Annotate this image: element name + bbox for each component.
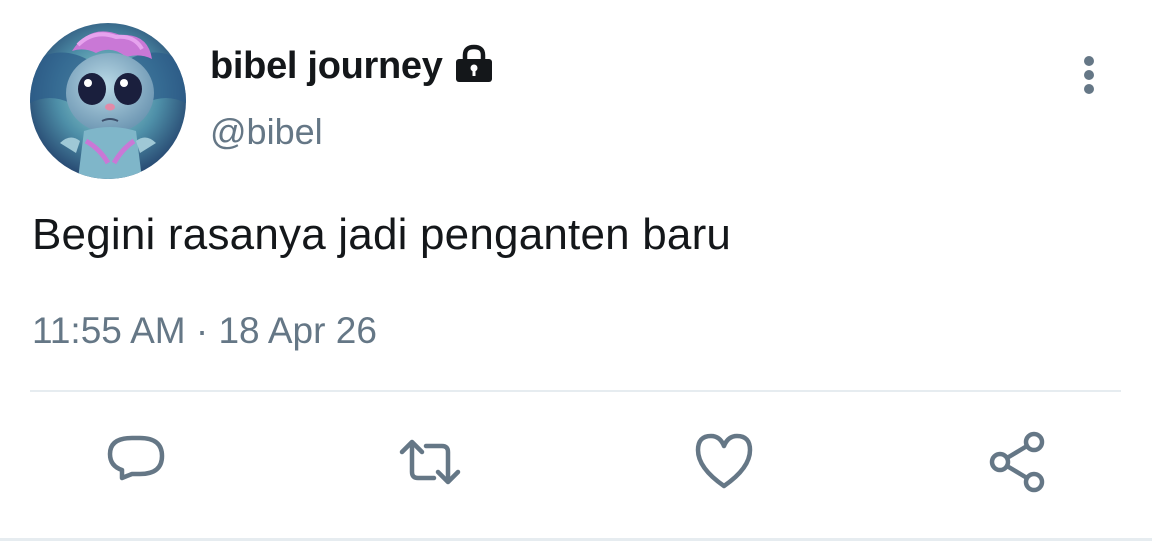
action-bar xyxy=(0,430,1152,500)
lock-icon xyxy=(453,44,495,84)
tweet-card: bibel journey @bibel Begini rasanya jadi… xyxy=(0,0,1152,541)
user-name-row: bibel journey xyxy=(210,40,495,92)
share-button[interactable] xyxy=(986,430,1050,494)
user-handle[interactable]: @bibel xyxy=(210,111,323,153)
divider xyxy=(30,390,1121,392)
tweet-time: 11:55 AM xyxy=(32,310,186,351)
heart-icon xyxy=(695,433,753,489)
more-vertical-icon[interactable] xyxy=(1072,52,1106,98)
retweet-icon xyxy=(399,439,461,485)
display-name[interactable]: bibel journey xyxy=(210,45,443,88)
share-icon xyxy=(989,431,1045,493)
reply-button[interactable] xyxy=(104,430,168,494)
tweet-date: 18 Apr 26 xyxy=(218,310,377,351)
timestamp-separator: · xyxy=(185,310,219,351)
tweet-text: Begini rasanya jadi penganten baru xyxy=(32,210,732,259)
reply-icon xyxy=(107,435,165,481)
avatar-image xyxy=(30,23,186,179)
tweet-timestamp[interactable]: 11:55 AM · 18 Apr 26 xyxy=(32,310,377,352)
retweet-button[interactable] xyxy=(398,430,462,494)
like-button[interactable] xyxy=(692,430,756,494)
avatar[interactable] xyxy=(30,23,186,179)
